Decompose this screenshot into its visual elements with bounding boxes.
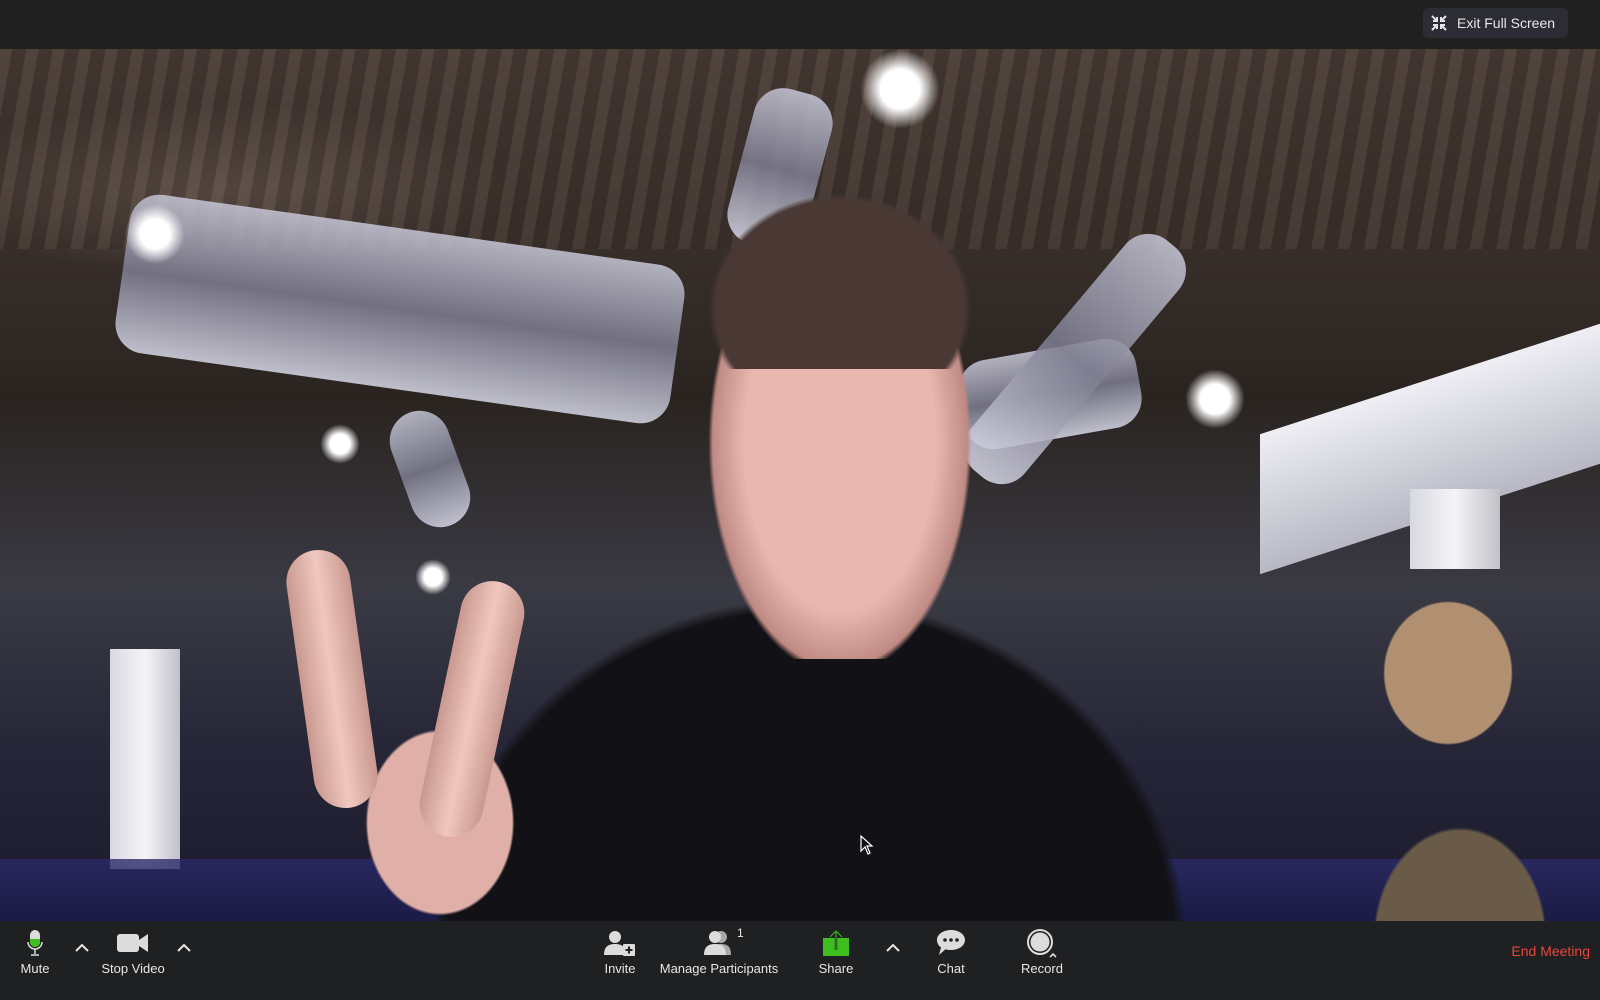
invite-label: Invite [604, 961, 636, 976]
exit-fullscreen-arrows-icon [1431, 15, 1447, 31]
pillar [1410, 489, 1500, 569]
manage-participants-label: Manage Participants [659, 961, 779, 976]
exit-full-screen-button[interactable]: Exit Full Screen [1423, 8, 1568, 38]
share-screen-icon [823, 929, 849, 956]
finger [282, 545, 382, 813]
mute-label: Mute [20, 961, 50, 976]
ceiling-light [125, 204, 185, 264]
pointer-cursor-icon [860, 835, 874, 855]
chat-bubble-icon [937, 930, 965, 955]
manage-participants-button[interactable]: 1 Manage Participants [656, 921, 782, 980]
top-bar: Exit Full Screen [0, 0, 1600, 49]
video-camera-icon [117, 934, 148, 952]
ceiling-light [860, 49, 940, 129]
share-label: Share [818, 961, 854, 976]
ceiling-light [320, 424, 360, 464]
ceiling-light [1185, 369, 1245, 429]
mute-button[interactable]: Mute [14, 921, 56, 980]
record-label: Record [1021, 961, 1063, 976]
stop-video-button[interactable]: Stop Video [98, 921, 168, 980]
invite-button[interactable]: Invite [588, 921, 652, 980]
chevron-up-icon [886, 943, 900, 952]
participants-icon [704, 931, 731, 955]
share-button[interactable]: Share [808, 921, 864, 980]
chevron-up-icon [75, 943, 89, 952]
chat-label: Chat [937, 961, 965, 976]
person-hair [680, 169, 1000, 369]
pillar [110, 649, 180, 869]
background-person [1340, 559, 1580, 921]
participant-count: 1 [737, 926, 744, 940]
audio-options-caret[interactable] [72, 939, 92, 955]
record-button[interactable]: Record [1014, 921, 1070, 980]
meeting-toolbar: Mute Stop Video Invite 1 Manage Particip… [0, 921, 1600, 1000]
add-user-icon [604, 931, 635, 956]
exit-full-screen-label: Exit Full Screen [1457, 15, 1556, 31]
share-options-caret[interactable] [883, 939, 903, 955]
chevron-up-icon [177, 943, 191, 952]
finger [413, 575, 531, 843]
video-feed [0, 49, 1600, 921]
air-duct [381, 402, 479, 536]
video-options-caret[interactable] [174, 939, 194, 955]
record-icon [1027, 929, 1057, 958]
stop-video-label: Stop Video [101, 961, 165, 976]
chat-button[interactable]: Chat [926, 921, 976, 980]
hand-peace-sign [260, 545, 620, 921]
microphone-icon [27, 930, 43, 956]
end-meeting-button[interactable]: End Meeting [1511, 943, 1590, 959]
